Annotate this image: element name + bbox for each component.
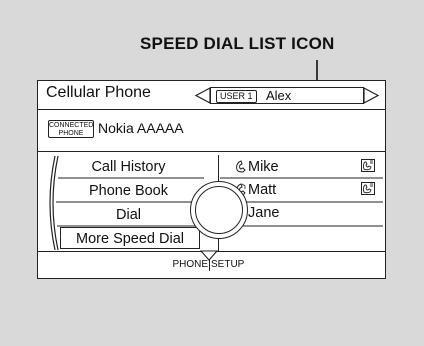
badge-line-1: CONNECTED [49,122,94,129]
title-row: Cellular Phone USER 1 Alex [38,81,385,109]
user-box: USER 1 Alex [210,87,364,104]
footer-phone-label[interactable]: PHONE [172,259,208,271]
connected-phone-badge: CONNECTED PHONE [48,120,94,138]
connected-phone-row: CONNECTED PHONE Nokia AAAAA [38,109,385,149]
user-selector[interactable]: USER 1 Alex [194,87,380,104]
phone-name: Nokia AAAAA [98,120,184,136]
phone-menu: Call History Phone Book Dial More Speed … [46,155,206,251]
footer-bar: PHONE SETUP [38,250,385,278]
arrow-right-icon[interactable] [362,87,380,104]
divider [38,151,385,152]
menu-item-call-history[interactable]: Call History [56,156,201,178]
selector-knob[interactable] [190,181,248,239]
phone-screen: Cellular Phone USER 1 Alex CONNECTED PHO… [37,80,386,279]
footer-separator [209,259,210,271]
menu-item-more-speed-dial[interactable]: More Speed Dial [60,227,200,249]
badge-line-2: PHONE [58,129,84,137]
user-name: Alex [266,88,292,103]
menu-item-dial[interactable]: Dial [56,204,201,226]
page-title: Cellular Phone [46,84,151,101]
selector-knob-inner [195,186,243,234]
menu-item-phone-book[interactable]: Phone Book [56,180,201,202]
footer-setup-label[interactable]: SETUP [211,259,244,271]
user-tag: USER 1 [216,90,257,103]
speed-dial-list-icon-callout: SPEED DIAL LIST ICON [140,34,335,53]
